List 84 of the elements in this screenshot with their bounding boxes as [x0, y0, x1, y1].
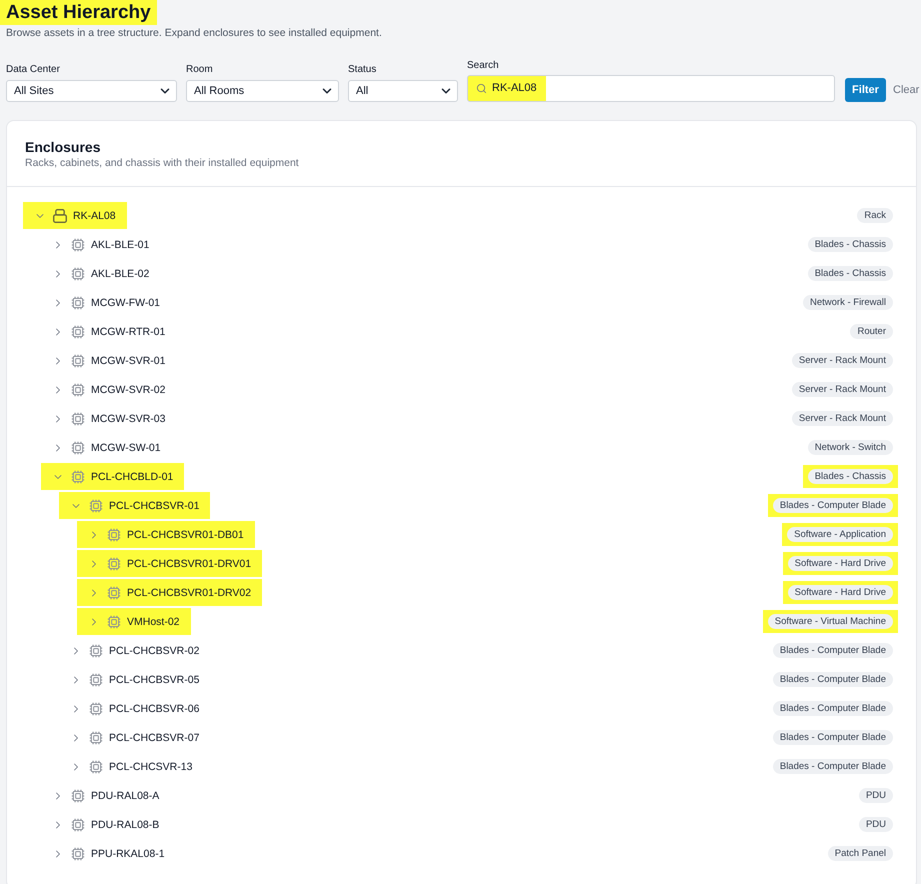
filter-label: Room [186, 64, 213, 76]
chip-icon [107, 528, 121, 542]
asset-name[interactable]: MCGW-SVR-03 [91, 412, 166, 426]
asset-name[interactable]: PCL-CHCBSVR-07 [109, 730, 200, 744]
chip-icon [71, 470, 85, 484]
type-badge: Network - Firewall [802, 295, 893, 310]
type-badge: Server - Rack Mount [792, 353, 893, 368]
dropdown[interactable]: All [348, 80, 458, 102]
chip-icon [71, 846, 85, 860]
chip-icon [107, 586, 121, 600]
page-subtitle: Browse assets in a tree structure. Expand enclosures to see installed equipment. [6, 26, 382, 40]
chip-icon [71, 238, 85, 252]
filter-button[interactable]: Filter [845, 78, 886, 102]
type-badge: Software - Virtual Machine [768, 614, 893, 629]
asset-name[interactable]: MCGW-FW-01 [91, 296, 160, 310]
asset-name[interactable]: PDU-RAL08-A [91, 788, 160, 802]
page-title: Asset Hierarchy [0, 0, 157, 25]
asset-name[interactable]: RK-AL08 [73, 208, 116, 222]
dropdown[interactable]: All Sites [6, 80, 177, 102]
chip-icon [71, 382, 85, 396]
chip-icon [71, 324, 85, 338]
type-badge: Blades - Computer Blade [772, 672, 893, 687]
type-badge: Network - Switch [808, 440, 893, 455]
panel-title: Enclosures [25, 138, 100, 156]
type-badge: Blades - Computer Blade [772, 730, 893, 745]
type-badge: PDU [858, 817, 893, 832]
asset-name[interactable]: MCGW-SVR-01 [91, 354, 166, 368]
type-badge: Software - Hard Drive [788, 585, 893, 600]
filter-label: Status [348, 64, 376, 76]
type-badge: Patch Panel [828, 846, 893, 861]
type-badge: Router [850, 324, 893, 339]
asset-name[interactable]: PCL-CHCBSVR-01 [109, 498, 200, 512]
asset-name[interactable]: PCL-CHCBLD-01 [91, 470, 174, 484]
type-badge: PDU [858, 788, 893, 803]
filter-label: Search [467, 60, 499, 72]
chip-icon [89, 672, 103, 686]
chip-icon [89, 702, 103, 716]
asset-name[interactable]: VMHost-02 [127, 614, 180, 628]
type-badge: Blades - Chassis [808, 237, 893, 252]
type-badge: Blades - Chassis [808, 266, 893, 281]
asset-name[interactable]: PCL-CHCBSVR01-DRV02 [127, 586, 252, 600]
asset-name[interactable]: PDU-RAL08-B [91, 818, 160, 832]
asset-name[interactable]: MCGW-SVR-02 [91, 382, 166, 396]
chip-icon [71, 440, 85, 454]
filter-label: Data Center [6, 64, 60, 76]
type-badge: Blades - Computer Blade [772, 498, 893, 513]
type-badge: Blades - Computer Blade [772, 759, 893, 774]
asset-name[interactable]: MCGW-RTR-01 [91, 324, 166, 338]
type-badge: Rack [857, 208, 893, 223]
asset-name[interactable]: PCL-CHCBSVR01-DRV01 [127, 556, 252, 570]
stacked-box-icon [53, 208, 67, 222]
chip-icon [71, 818, 85, 832]
chip-icon [107, 556, 121, 570]
chip-icon [89, 730, 103, 744]
type-badge: Server - Rack Mount [792, 411, 893, 426]
type-badge: Software - Application [787, 527, 893, 542]
type-badge: Blades - Chassis [808, 469, 893, 484]
search-field[interactable]: RK-AL08 [467, 75, 835, 102]
asset-name[interactable]: AKL-BLE-02 [91, 266, 150, 280]
search-icon [476, 83, 487, 94]
asset-name[interactable]: AKL-BLE-01 [91, 238, 150, 252]
clear-link[interactable]: Clear [893, 83, 920, 97]
chip-icon [89, 760, 103, 774]
type-badge: Server - Rack Mount [792, 382, 893, 397]
asset-name[interactable]: MCGW-SW-01 [91, 440, 161, 454]
chip-icon [89, 644, 103, 658]
asset-name[interactable]: PPU-RKAL08-1 [91, 846, 165, 860]
asset-name[interactable]: PCL-CHCBSVR-05 [109, 672, 200, 686]
asset-name[interactable]: PCL-CHCBSVR-06 [109, 702, 200, 716]
asset-name[interactable]: PCL-CHCSVR-13 [109, 760, 192, 774]
chip-icon [71, 412, 85, 426]
chip-icon [71, 788, 85, 802]
chip-icon [89, 498, 103, 512]
chip-icon [71, 266, 85, 280]
type-badge: Software - Hard Drive [788, 556, 893, 571]
panel-subtitle: Racks, cabinets, and chassis with their installed equipment [25, 156, 299, 170]
asset-name[interactable]: PCL-CHCBSVR-02 [109, 644, 200, 658]
chip-icon [71, 296, 85, 310]
type-badge: Blades - Computer Blade [772, 643, 893, 658]
chip-icon [107, 614, 121, 628]
asset-name[interactable]: PCL-CHCBSVR01-DB01 [127, 528, 244, 542]
chip-icon [71, 354, 85, 368]
dropdown[interactable]: All Rooms [186, 80, 339, 102]
type-badge: Blades - Computer Blade [772, 701, 893, 716]
